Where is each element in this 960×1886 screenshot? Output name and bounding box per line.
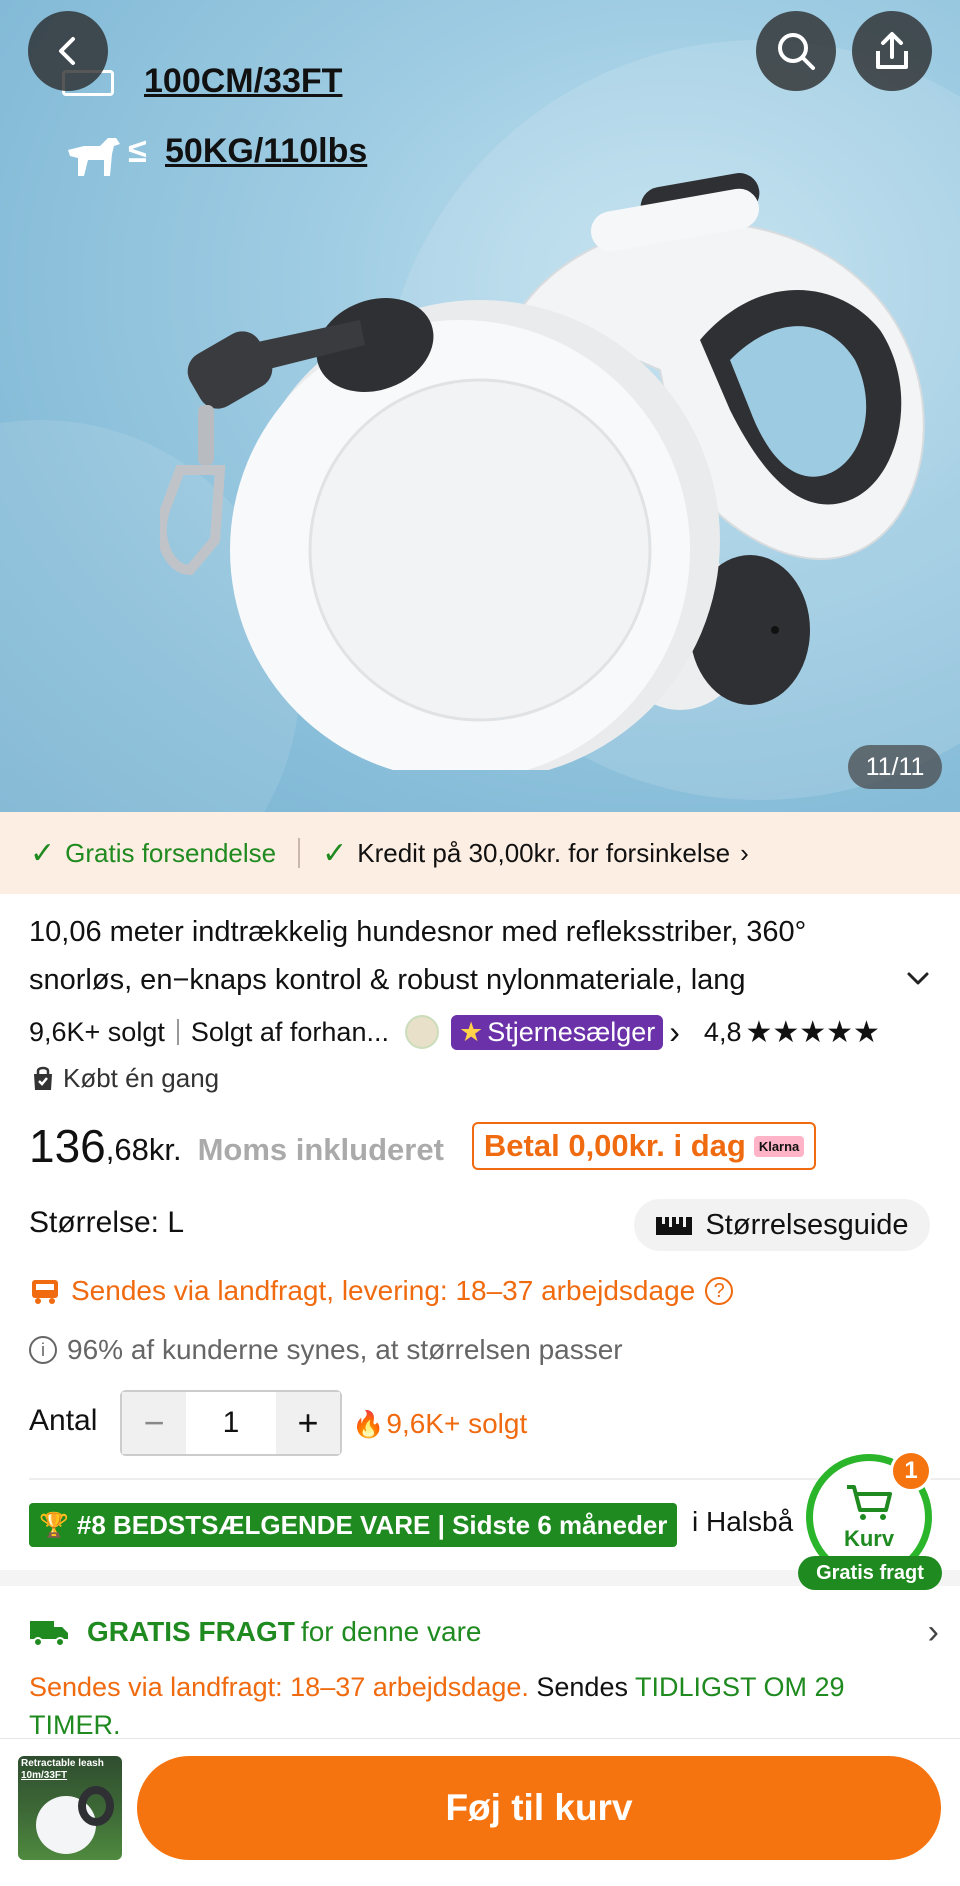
seller-row: 9,6K+ solgt Solgt af forhan... ★ Stjerne…: [29, 1012, 880, 1052]
free-shipping-benefit: ✓ Gratis forsendelse: [30, 836, 276, 871]
free-freight-details: Sendes via landfragt: 18–37 arbejdsdage.…: [29, 1668, 909, 1744]
free-freight-suffix: for denne vare: [300, 1616, 482, 1647]
fit-note-text: 96% af kunderne synes, at størrelsen pas…: [67, 1334, 623, 1365]
cart-label: Kurv: [843, 1526, 895, 1551]
share-icon: [876, 32, 908, 69]
shopping-bag-icon: [34, 1066, 52, 1090]
quantity-sold-text: 9,6K+ solgt: [386, 1408, 528, 1439]
delivery-truck-icon: [30, 1621, 68, 1647]
quantity-sold: 🔥 9,6K+ solgt: [352, 1404, 527, 1444]
pay-later-label: Betal 0,00kr. i dag: [483, 1128, 746, 1163]
info-icon: i: [29, 1336, 57, 1364]
quantity-stepper[interactable]: − 1 +: [120, 1390, 342, 1456]
star-seller-badge[interactable]: ★ Stjernesælger: [450, 1014, 664, 1050]
fit-note: i 96% af kunderne synes, at størrelsen p…: [29, 1330, 623, 1370]
bestseller-badge[interactable]: 🏆 #8 BEDSTSÆLGENDE VARE | Sidste 6 måned…: [29, 1503, 678, 1547]
spec-length: 100CM/33FT: [144, 62, 343, 100]
size-label: Størrelse: L: [29, 1206, 185, 1239]
freight-orange-text: Sendes via landfragt: 18–37 arbejdsdage.: [29, 1672, 529, 1702]
thumb-caption-line1: Retractable leash: [21, 1758, 104, 1769]
increase-button[interactable]: +: [276, 1392, 340, 1454]
price-main: 136: [29, 1120, 106, 1172]
flame-icon: 🔥: [352, 1408, 385, 1439]
shipping-text: Sendes via landfragt, levering: 18–37 ar…: [71, 1275, 696, 1306]
quantity-label: Antal: [29, 1404, 98, 1437]
free-freight-row[interactable]: GRATIS FRAGT for denne vare ›: [29, 1610, 939, 1654]
freight-green-text-2: TIMER.: [29, 1710, 121, 1740]
sold-count: 9,6K+ solgt: [29, 1016, 165, 1047]
vat-label: Moms inkluderet: [197, 1132, 444, 1167]
klarna-logo: Klarna: [753, 1135, 805, 1157]
price-decimals: ,68kr.: [105, 1132, 182, 1167]
shipping-info[interactable]: Sendes via landfragt, levering: 18–37 ar…: [29, 1271, 734, 1311]
image-counter: 11/11: [848, 745, 942, 789]
seller-avatar: [404, 1015, 439, 1049]
benefits-strip[interactable]: ✓ Gratis forsendelse ✓ Kredit på 30,00kr…: [0, 812, 960, 894]
bestseller-category[interactable]: i Halsbå: [692, 1506, 793, 1538]
star-icon: ★: [458, 1016, 484, 1047]
cart-icon: [847, 1485, 892, 1520]
star-seller-label: Stjernesælger: [487, 1016, 656, 1047]
pay-later-badge[interactable]: Betal 0,00kr. i dag Klarna: [471, 1122, 817, 1170]
thumb-caption-line2: 10m/33FT: [21, 1770, 68, 1781]
spec-weight: 50KG/110lbs: [165, 132, 368, 170]
help-icon[interactable]: ?: [705, 1277, 734, 1305]
share-button[interactable]: [852, 11, 932, 91]
add-to-cart-button[interactable]: Føj til kurv: [137, 1756, 941, 1860]
search-button[interactable]: [756, 11, 836, 91]
size-guide-button[interactable]: Størrelsesguide: [634, 1199, 930, 1251]
product-title-line1: 10,06 meter indtrækkelig hundesnor med r…: [29, 916, 807, 948]
floating-cart[interactable]: Kurv 1 Gratis fragt: [798, 1450, 960, 1592]
dog-icon: [68, 138, 120, 176]
rating-value: 4,8: [703, 1016, 742, 1047]
decrease-button[interactable]: −: [122, 1392, 186, 1454]
chevron-right-icon: ›: [740, 837, 749, 868]
product-title-line2: snorløs, en−knaps kontrol & robust nylon…: [29, 964, 746, 996]
cart-free-shipping: Gratis fragt: [798, 1556, 942, 1590]
delay-credit-label: Kredit på 30,00kr. for forsinkelse: [357, 837, 731, 868]
seller-name[interactable]: Solgt af forhan...: [191, 1017, 389, 1048]
chevron-right-icon: ›: [927, 1612, 939, 1651]
check-icon: ✓: [30, 836, 56, 870]
product-image-gallery[interactable]: 100CM/33FT ≤ 50KG/110lbs 11/11: [0, 0, 960, 812]
chevron-down-icon[interactable]: [904, 964, 932, 992]
divider: [176, 1019, 179, 1045]
leash-product-illustration: [160, 173, 925, 770]
quantity-value[interactable]: 1: [186, 1392, 276, 1454]
freight-green-text: TIDLIGST OM 29: [634, 1672, 845, 1702]
truck-icon: [32, 1280, 58, 1304]
thumb-caption: Retractable leash 10m/33FT: [21, 1758, 104, 1782]
bought-once-label: Købt én gang: [63, 1062, 220, 1093]
size-guide-label: Størrelsesguide: [705, 1208, 909, 1241]
rating-stars: ★★★★★: [745, 1015, 880, 1049]
chevron-right-icon[interactable]: ›: [669, 1014, 680, 1051]
less-equal-symbol: ≤: [128, 132, 147, 170]
check-icon: ✓: [322, 836, 348, 870]
thumb-handle-shape: [78, 1786, 114, 1826]
back-button[interactable]: [28, 11, 108, 91]
chevron-left-icon: [59, 37, 75, 65]
cart-count-badge: 1: [890, 1450, 932, 1492]
delay-credit-benefit[interactable]: ✓ Kredit på 30,00kr. for forsinkelse ›: [322, 836, 749, 871]
search-icon: [778, 33, 815, 70]
free-shipping-label: Gratis forsendelse: [65, 837, 277, 868]
trophy-icon: 🏆: [39, 1511, 69, 1539]
freight-black-text: Sendes: [536, 1672, 628, 1702]
price-row: 136 ,68kr. Moms inkluderet Betal 0,00kr.…: [29, 1118, 817, 1174]
bought-once-row: Købt én gang: [29, 1058, 219, 1098]
ruler-icon: [656, 1217, 693, 1235]
divider: [298, 838, 301, 868]
product-thumbnail[interactable]: Retractable leash 10m/33FT: [18, 1756, 122, 1860]
title-fade: [760, 958, 880, 1006]
free-freight-title: GRATIS FRAGT: [87, 1616, 295, 1647]
bestseller-text: #8 BEDSTSÆLGENDE VARE | Sidste 6 måneder: [76, 1509, 668, 1540]
